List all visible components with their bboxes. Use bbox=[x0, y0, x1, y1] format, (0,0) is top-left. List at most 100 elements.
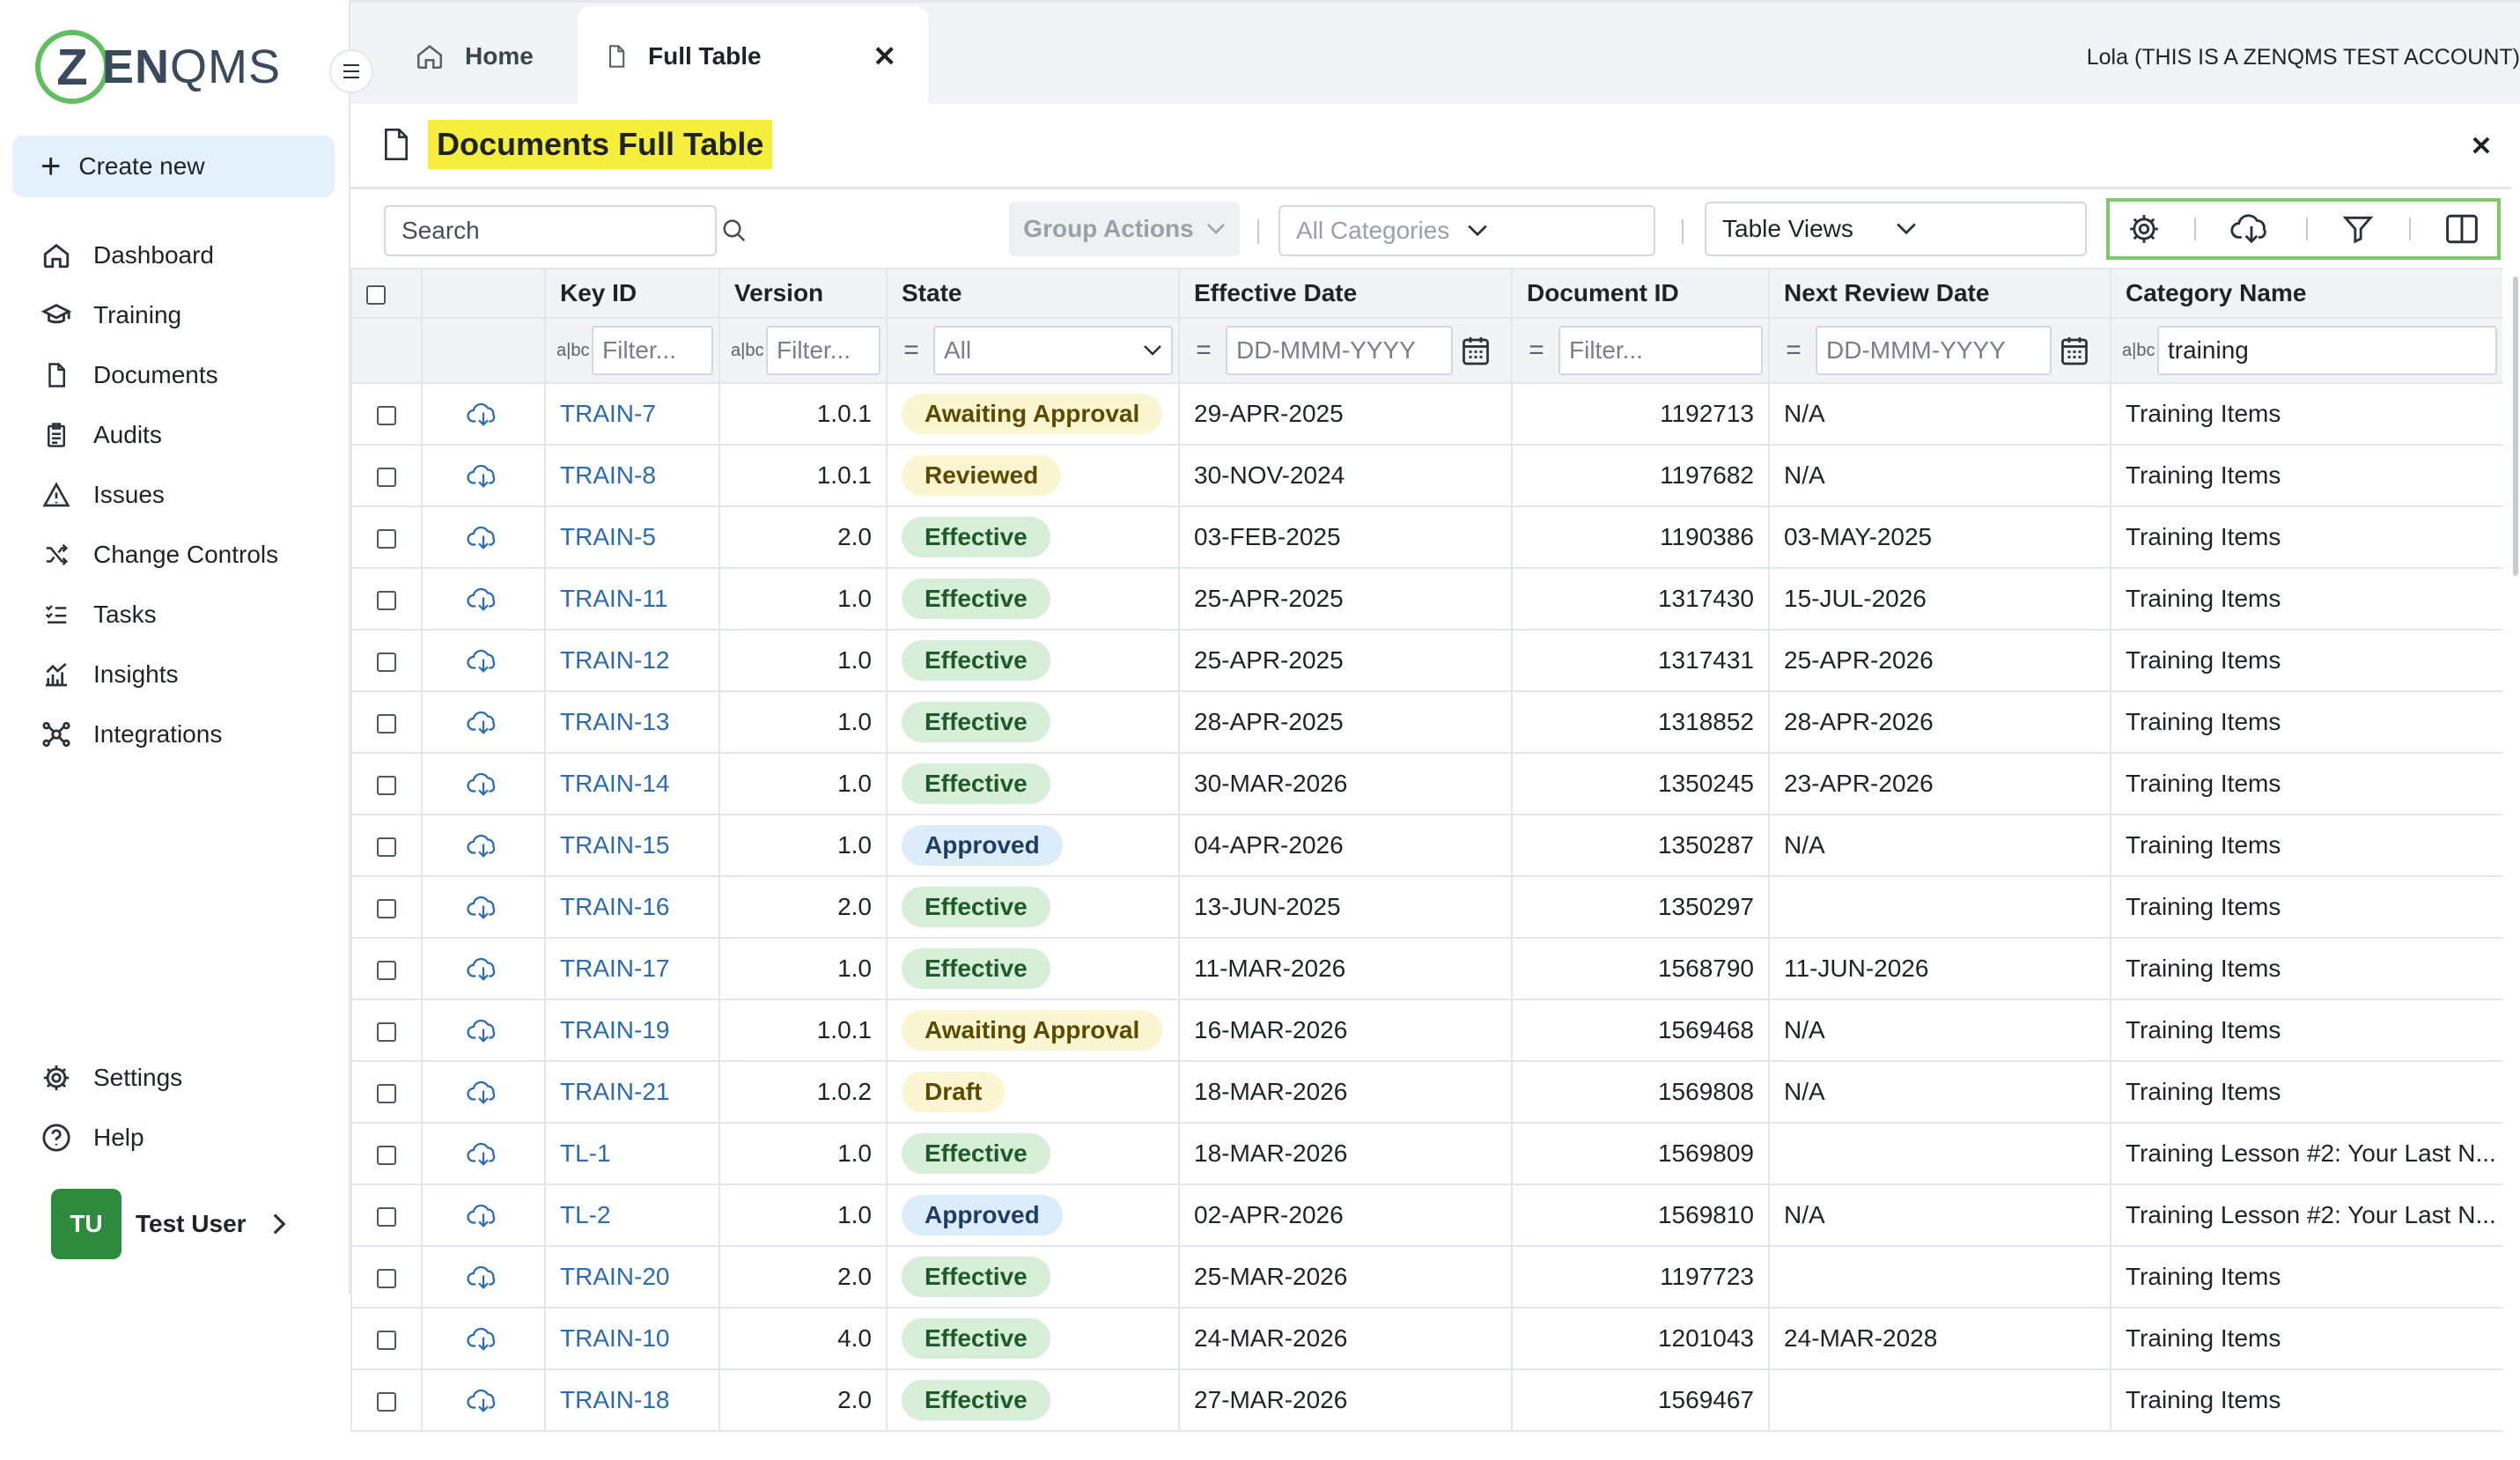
table-row[interactable]: TRAIN-7 1.0.1 Awaiting Approval 29-APR-2025… bbox=[350, 382, 2502, 446]
column-header-document-id[interactable]: Document ID bbox=[1511, 268, 1770, 319]
group-actions-dropdown[interactable]: Group Actions bbox=[1009, 202, 1240, 256]
row-checkbox[interactable] bbox=[377, 960, 396, 980]
key-id-link[interactable]: TRAIN-17 bbox=[560, 955, 669, 982]
key-id-link[interactable]: TRAIN-11 bbox=[560, 585, 667, 612]
sidebar-item-integrations[interactable]: Integrations bbox=[39, 708, 222, 761]
table-row[interactable]: TRAIN-21 1.0.2 Draft 18-MAR-2026 1569808 N/A T… bbox=[350, 1060, 2502, 1124]
key-id-link[interactable]: TRAIN-21 bbox=[560, 1078, 669, 1105]
cloud-download-icon[interactable] bbox=[467, 586, 500, 613]
key-id-link[interactable]: TL-1 bbox=[560, 1139, 611, 1167]
column-header-version[interactable]: Version bbox=[718, 268, 888, 319]
key-id-link[interactable]: TRAIN-15 bbox=[560, 831, 669, 859]
row-checkbox[interactable] bbox=[377, 1021, 396, 1042]
row-checkbox[interactable] bbox=[377, 590, 396, 610]
column-header-next-review-date[interactable]: Next Review Date bbox=[1768, 268, 2111, 319]
key-id-link[interactable]: TRAIN-10 bbox=[560, 1324, 669, 1352]
key-id-link[interactable]: TRAIN-7 bbox=[560, 400, 656, 427]
sidebar-item-change-controls[interactable]: Change Controls bbox=[39, 528, 278, 581]
select-all-checkbox[interactable] bbox=[366, 284, 386, 305]
zenqms-logo[interactable]: Z ENQMS bbox=[35, 25, 281, 109]
sidebar-item-dashboard[interactable]: Dashboard bbox=[39, 229, 214, 282]
row-checkbox[interactable] bbox=[377, 1145, 396, 1165]
cloud-download-icon[interactable] bbox=[467, 1388, 500, 1414]
table-row[interactable]: TRAIN-20 2.0 Effective 25-MAR-2026 1197723 Tr… bbox=[350, 1245, 2502, 1309]
cloud-download-icon[interactable] bbox=[467, 710, 500, 736]
table-row[interactable]: TRAIN-17 1.0 Effective 11-MAR-2026 1568790 11… bbox=[350, 937, 2502, 1000]
calendar-icon[interactable] bbox=[1460, 334, 1492, 367]
filter-state-select[interactable]: All bbox=[933, 326, 1173, 375]
key-id-link[interactable]: TRAIN-19 bbox=[560, 1016, 669, 1043]
account-name[interactable]: Lola (THIS IS A ZENQMS TEST ACCOUNT) bbox=[2087, 45, 2520, 70]
cloud-download-icon[interactable] bbox=[467, 1018, 500, 1044]
table-row[interactable]: TRAIN-18 2.0 Effective 27-MAR-2026 1569467 Tr… bbox=[350, 1368, 2502, 1432]
key-id-link[interactable]: TRAIN-16 bbox=[560, 893, 669, 920]
cloud-download-icon[interactable] bbox=[467, 1326, 500, 1353]
create-new-button[interactable]: + Create new bbox=[12, 136, 335, 197]
filter-next-review-input[interactable]: DD-MMM-YYYY bbox=[1816, 326, 2052, 375]
table-row[interactable]: TL-2 1.0 Approved 02-APR-2026 1569810 N/A Trai… bbox=[350, 1183, 2502, 1247]
row-checkbox[interactable] bbox=[377, 1083, 396, 1103]
sidebar-item-help[interactable]: Help bbox=[39, 1111, 144, 1164]
vertical-scrollbar[interactable] bbox=[2511, 268, 2520, 1289]
search-icon[interactable] bbox=[721, 218, 748, 244]
text-filter-type-icon[interactable]: a|bc bbox=[2122, 341, 2155, 361]
filter-key-id-input[interactable]: Filter... bbox=[592, 326, 713, 375]
filter-document-id-input[interactable]: Filter... bbox=[1558, 326, 1763, 375]
tab-home[interactable]: Home bbox=[414, 6, 534, 107]
sidebar-item-insights[interactable]: Insights bbox=[39, 648, 179, 701]
key-id-link[interactable]: TRAIN-12 bbox=[560, 646, 669, 674]
equals-filter-type-icon[interactable]: = bbox=[1190, 336, 1217, 365]
key-id-link[interactable]: TRAIN-20 bbox=[560, 1263, 669, 1290]
row-checkbox[interactable] bbox=[377, 898, 396, 918]
table-row[interactable]: TRAIN-15 1.0 Approved 04-APR-2026 1350287 N/A… bbox=[350, 814, 2502, 877]
cloud-download-icon[interactable] bbox=[467, 771, 500, 798]
sidebar-item-tasks[interactable]: Tasks bbox=[39, 588, 157, 641]
categories-dropdown[interactable]: All Categories bbox=[1278, 205, 1655, 256]
sidebar-item-training[interactable]: Training bbox=[39, 289, 181, 342]
table-row[interactable]: TRAIN-16 2.0 Effective 13-JUN-2025 1350297 Tr… bbox=[350, 875, 2502, 939]
key-id-link[interactable]: TRAIN-5 bbox=[560, 523, 656, 550]
cloud-download-icon[interactable] bbox=[467, 833, 500, 859]
equals-filter-type-icon[interactable]: = bbox=[1780, 336, 1807, 365]
cloud-download-icon[interactable] bbox=[467, 1203, 500, 1229]
cloud-download-icon[interactable] bbox=[467, 956, 500, 983]
text-filter-type-icon[interactable]: a|bc bbox=[556, 341, 589, 361]
table-row[interactable]: TRAIN-19 1.0.1 Awaiting Approval 16-MAR-202… bbox=[350, 999, 2502, 1062]
filter-version-input[interactable]: Filter... bbox=[766, 326, 881, 375]
row-checkbox[interactable] bbox=[377, 1206, 396, 1227]
row-checkbox[interactable] bbox=[377, 1268, 396, 1288]
filter-category-input[interactable]: training bbox=[2157, 326, 2497, 375]
column-header-effective-date[interactable]: Effective Date bbox=[1178, 268, 1513, 319]
filter-effective-date-input[interactable]: DD-MMM-YYYY bbox=[1226, 326, 1453, 375]
scrollbar-thumb[interactable] bbox=[2513, 277, 2518, 576]
table-row[interactable]: TRAIN-12 1.0 Effective 25-APR-2025 1317431 25… bbox=[350, 629, 2502, 692]
cloud-download-icon[interactable] bbox=[467, 1080, 500, 1106]
table-row[interactable]: TRAIN-13 1.0 Effective 28-APR-2025 1318852 28… bbox=[350, 690, 2502, 754]
tab-full-table[interactable]: Full Table ✕ bbox=[578, 6, 928, 107]
key-id-link[interactable]: TRAIN-14 bbox=[560, 770, 669, 797]
cloud-download-icon[interactable] bbox=[467, 1265, 500, 1291]
key-id-link[interactable]: TRAIN-8 bbox=[560, 461, 656, 489]
select-all-cell[interactable] bbox=[350, 268, 423, 319]
close-page-button[interactable]: ✕ bbox=[2460, 125, 2502, 167]
row-checkbox[interactable] bbox=[377, 467, 396, 487]
key-id-link[interactable]: TRAIN-18 bbox=[560, 1386, 669, 1413]
collapse-sidebar-button[interactable] bbox=[329, 49, 373, 93]
search-input[interactable] bbox=[400, 216, 721, 246]
row-checkbox[interactable] bbox=[377, 1330, 396, 1350]
close-tab-icon[interactable]: ✕ bbox=[873, 40, 896, 73]
table-row[interactable]: TRAIN-10 4.0 Effective 24-MAR-2026 1201043 24… bbox=[350, 1307, 2502, 1370]
cloud-download-icon[interactable] bbox=[467, 525, 500, 551]
column-header-state[interactable]: State bbox=[886, 268, 1180, 319]
row-checkbox[interactable] bbox=[377, 405, 396, 425]
user-menu[interactable]: TU Test User bbox=[51, 1189, 287, 1259]
table-views-dropdown[interactable]: Table Views bbox=[1705, 202, 2087, 256]
row-checkbox[interactable] bbox=[377, 652, 396, 672]
text-filter-type-icon[interactable]: a|bc bbox=[731, 341, 763, 361]
calendar-icon[interactable] bbox=[2059, 334, 2090, 367]
table-row[interactable]: TRAIN-8 1.0.1 Reviewed 30-NOV-2024 1197682 N/… bbox=[350, 444, 2502, 507]
columns-icon[interactable] bbox=[2444, 213, 2479, 245]
column-header-key-id[interactable]: Key ID bbox=[544, 268, 720, 319]
cloud-download-icon[interactable] bbox=[467, 463, 500, 490]
cloud-download-icon[interactable] bbox=[2230, 212, 2273, 246]
